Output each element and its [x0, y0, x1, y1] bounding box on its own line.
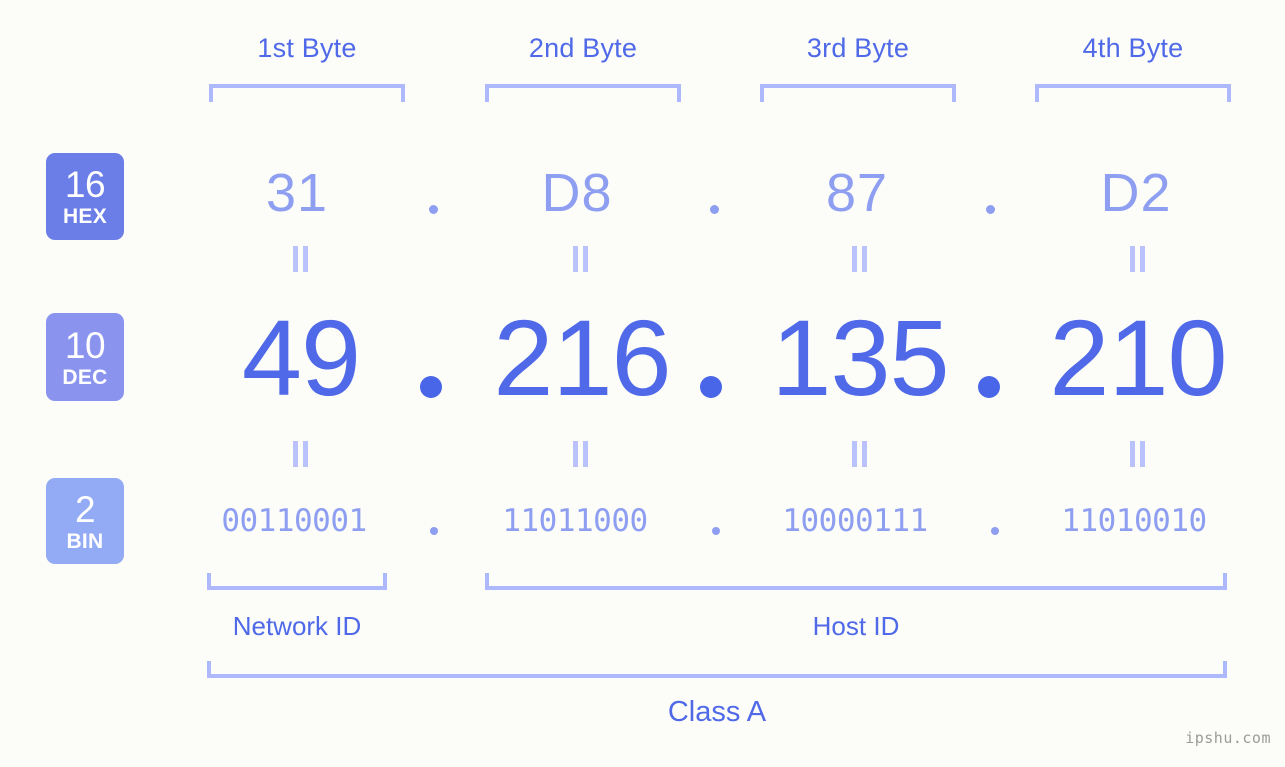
byte-bracket-1 [209, 84, 405, 102]
hex-separator-dot-1 [429, 205, 438, 214]
hex-byte-2: D8 [541, 163, 613, 223]
dec-separator-dot-2 [700, 376, 722, 398]
network-id-bracket [207, 573, 387, 590]
site-watermark: ipshu.com [1185, 729, 1271, 747]
equals-mark-dec-bin-4 [1126, 441, 1148, 467]
byte-bracket-3 [760, 84, 956, 102]
equals-mark-hex-dec-2 [569, 246, 591, 272]
network-id-label: Network ID [232, 611, 362, 641]
hex-byte-4: D2 [1100, 163, 1172, 223]
equals-mark-dec-bin-1 [289, 441, 311, 467]
byte-header-3: 3rd Byte [806, 33, 910, 63]
bin-separator-dot-1 [430, 527, 438, 535]
bin-separator-dot-3 [991, 527, 999, 535]
hex-value-row: 31 D8 87 D2 [0, 148, 1285, 238]
equals-mark-hex-dec-3 [848, 246, 870, 272]
byte-bracket-2 [485, 84, 681, 102]
binary-value-row: 00110001 11011000 10000111 11010010 [0, 497, 1285, 545]
bin-byte-3: 10000111 [782, 503, 928, 539]
bin-byte-1: 00110001 [221, 503, 367, 539]
dec-separator-dot-3 [978, 376, 1000, 398]
equals-mark-dec-bin-2 [569, 441, 591, 467]
bin-separator-dot-2 [712, 527, 720, 535]
bin-byte-2: 11011000 [502, 503, 648, 539]
hex-separator-dot-2 [710, 205, 719, 214]
dec-byte-1: 49 [241, 297, 361, 418]
bin-byte-4: 11010010 [1061, 503, 1207, 539]
equals-mark-hex-dec-1 [289, 246, 311, 272]
dec-separator-dot-1 [420, 376, 442, 398]
byte-header-4: 4th Byte [1082, 33, 1184, 63]
host-id-label: Host ID [812, 611, 900, 641]
equals-mark-dec-bin-3 [848, 441, 870, 467]
hex-byte-1: 31 [265, 163, 329, 223]
ip-address-breakdown-diagram: 1st Byte 2nd Byte 3rd Byte 4th Byte 16 H… [0, 0, 1285, 767]
decimal-value-row: 49 216 135 210 [0, 296, 1285, 420]
dec-byte-2: 216 [493, 297, 671, 418]
hex-byte-3: 87 [825, 163, 889, 223]
hex-separator-dot-3 [986, 205, 995, 214]
byte-header-2: 2nd Byte [528, 33, 638, 63]
byte-bracket-4 [1035, 84, 1231, 102]
class-bracket [207, 661, 1227, 678]
dec-byte-4: 210 [1049, 297, 1227, 418]
host-id-bracket [485, 573, 1227, 590]
equals-mark-hex-dec-4 [1126, 246, 1148, 272]
byte-header-1: 1st Byte [257, 33, 357, 63]
dec-byte-3: 135 [771, 297, 949, 418]
class-label: Class A [667, 696, 767, 728]
